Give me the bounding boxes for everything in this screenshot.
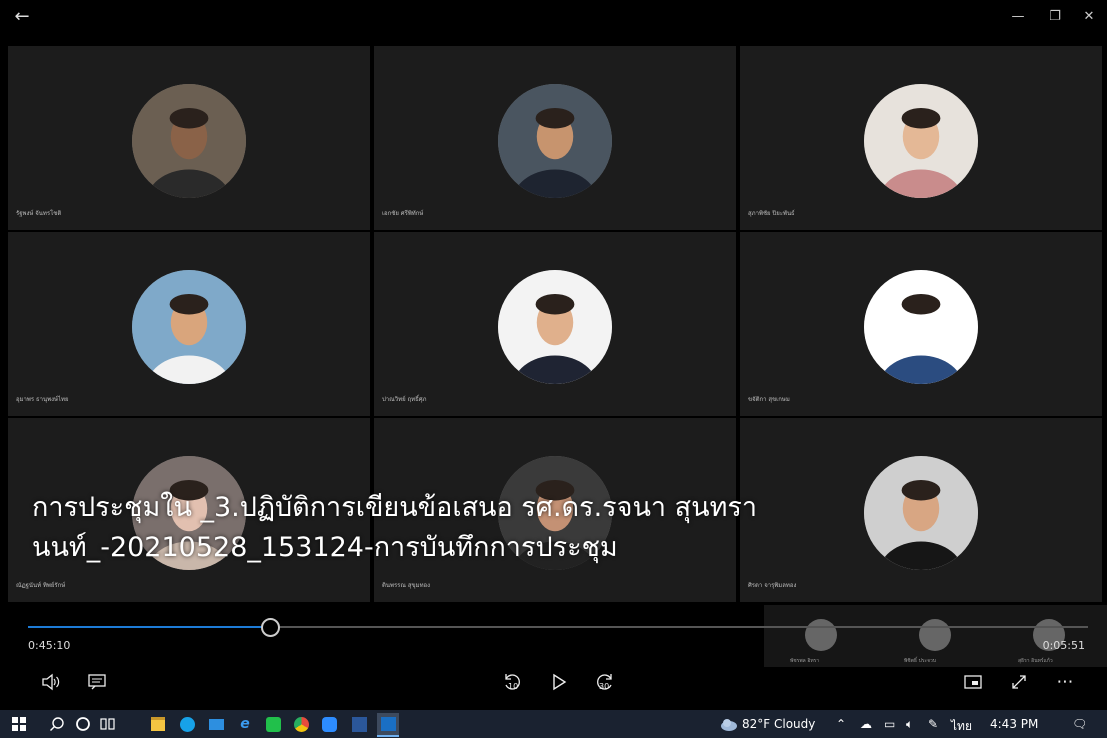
- participant-avatar: [132, 84, 246, 198]
- back-arrow-icon[interactable]: ←: [10, 4, 34, 28]
- taskbar: e 82°F Cloudy ⌃ ☁ ▭ 🔈︎ ✎ ไทย 4:43 PM 🗨︎: [0, 710, 1107, 738]
- current-time: 0:45:10: [28, 639, 71, 652]
- chevron-up-icon[interactable]: ⌃: [836, 717, 846, 731]
- title-bar: ← — ❐ ✕: [0, 0, 1107, 46]
- windows-start-icon[interactable]: [8, 713, 30, 735]
- seek-bar-handle[interactable]: [260, 618, 280, 637]
- remaining-time: 0:05:51: [1042, 639, 1085, 652]
- clock[interactable]: 4:43 PM: [990, 717, 1038, 731]
- mini-view-icon[interactable]: [958, 669, 988, 695]
- line-app-icon[interactable]: [262, 713, 284, 735]
- participant-tile: ขจัติกา สุขเกษม: [740, 232, 1104, 418]
- participant-name: ปาณวิทย์ ฤทธิ์ศุภ: [382, 396, 427, 403]
- rewind-label: 10: [508, 682, 519, 691]
- participant-name: ณัฏฐนันท์ ทิพย์รักษ์: [16, 582, 66, 589]
- battery-icon[interactable]: ▭: [884, 717, 895, 731]
- participant-tile: เอกชัย ศรีพิทักษ์: [374, 46, 738, 232]
- participant-name: ขจัติกา สุขเกษม: [748, 396, 790, 403]
- mini-thumbnail[interactable]: พิชิตธิ์ ประจวบ: [878, 605, 992, 667]
- participant-avatar: [864, 270, 978, 384]
- weather-text[interactable]: 82°F Cloudy: [742, 717, 815, 731]
- seek-bar[interactable]: [28, 618, 1088, 637]
- mini-avatar: [805, 619, 837, 651]
- notifications-icon[interactable]: 🗨︎: [1072, 717, 1087, 731]
- search-icon[interactable]: [46, 713, 68, 735]
- participant-tile: ปาณวิทย์ ฤทธิ์ศุภ: [374, 232, 738, 418]
- captions-icon[interactable]: [82, 669, 112, 695]
- volume-icon[interactable]: [36, 669, 66, 695]
- task-view-icon[interactable]: [97, 713, 119, 735]
- internet-explorer-icon[interactable]: e: [234, 713, 256, 735]
- cortana-icon[interactable]: [72, 713, 94, 735]
- mail-icon[interactable]: [205, 713, 227, 735]
- participant-tile: รัฐพงษ์ จันทรโชติ: [8, 46, 372, 232]
- chrome-icon[interactable]: [290, 713, 312, 735]
- word-icon[interactable]: [348, 713, 370, 735]
- participant-avatar: [864, 84, 978, 198]
- minimize-icon[interactable]: —: [1003, 4, 1033, 28]
- participant-name: ตินพรรณ สุขุมทอง: [382, 582, 431, 589]
- mini-name: พัชรพล อิทรา: [790, 658, 820, 664]
- file-explorer-icon[interactable]: [147, 713, 169, 735]
- play-icon[interactable]: [544, 669, 574, 695]
- mini-name: พิชิตธิ์ ประจวบ: [904, 658, 937, 664]
- mini-thumbnail[interactable]: พัชรพล อิทรา: [764, 605, 878, 667]
- edge-icon[interactable]: [176, 713, 198, 735]
- forward-label: 30: [599, 682, 610, 691]
- movies-tv-app-icon[interactable]: [377, 713, 399, 737]
- weather-cloud-icon: [718, 713, 740, 735]
- participant-tile: อุมาพร ธานุพงษ์ไทย: [8, 232, 372, 418]
- participant-tile: สุภาพิชัย ปิยะพันธ์: [740, 46, 1104, 232]
- participant-name: อุมาพร ธานุพงษ์ไทย: [16, 396, 69, 403]
- close-icon[interactable]: ✕: [1074, 4, 1104, 28]
- participant-name: ศิรดา จารุพิมลทอง: [748, 582, 797, 589]
- participant-name: สุภาพิชัย ปิยะพันธ์: [748, 210, 795, 217]
- forward-30-button[interactable]: 30: [590, 669, 620, 695]
- mini-avatar: [919, 619, 951, 651]
- onedrive-icon[interactable]: ☁: [860, 717, 872, 731]
- participant-avatar: [498, 84, 612, 198]
- participant-avatar: [132, 270, 246, 384]
- more-icon[interactable]: ⋯: [1050, 669, 1080, 695]
- video-title: การประชุมใน _3.ปฏิบัติการเขียนข้อเสนอ รศ…: [32, 492, 758, 563]
- restore-icon[interactable]: ❐: [1040, 4, 1070, 28]
- speaker-icon[interactable]: 🔈︎: [906, 717, 913, 732]
- zoom-icon[interactable]: [318, 713, 340, 735]
- seek-bar-progress: [28, 626, 270, 628]
- pen-icon[interactable]: ✎: [928, 717, 938, 731]
- rewind-10-button[interactable]: 10: [497, 669, 527, 695]
- fullscreen-icon[interactable]: [1004, 669, 1034, 695]
- mini-thumbnail[interactable]: สุธิรา อินทร์แก้ว: [992, 605, 1106, 667]
- player-controls: พัชรพล อิทรา พิชิตธิ์ ประจวบ สุธิรา อินทร์…: [0, 603, 1107, 710]
- thumbnail-strip: พัชรพล อิทรา พิชิตธิ์ ประจวบ สุธิรา อินทร์…: [764, 605, 1107, 667]
- language-indicator[interactable]: ไทย: [951, 717, 972, 736]
- mini-name: สุธิรา อินทร์แก้ว: [1018, 658, 1053, 664]
- participant-name: เอกชัย ศรีพิทักษ์: [382, 210, 424, 217]
- participant-name: รัฐพงษ์ จันทรโชติ: [16, 210, 62, 217]
- participant-avatar: [498, 270, 612, 384]
